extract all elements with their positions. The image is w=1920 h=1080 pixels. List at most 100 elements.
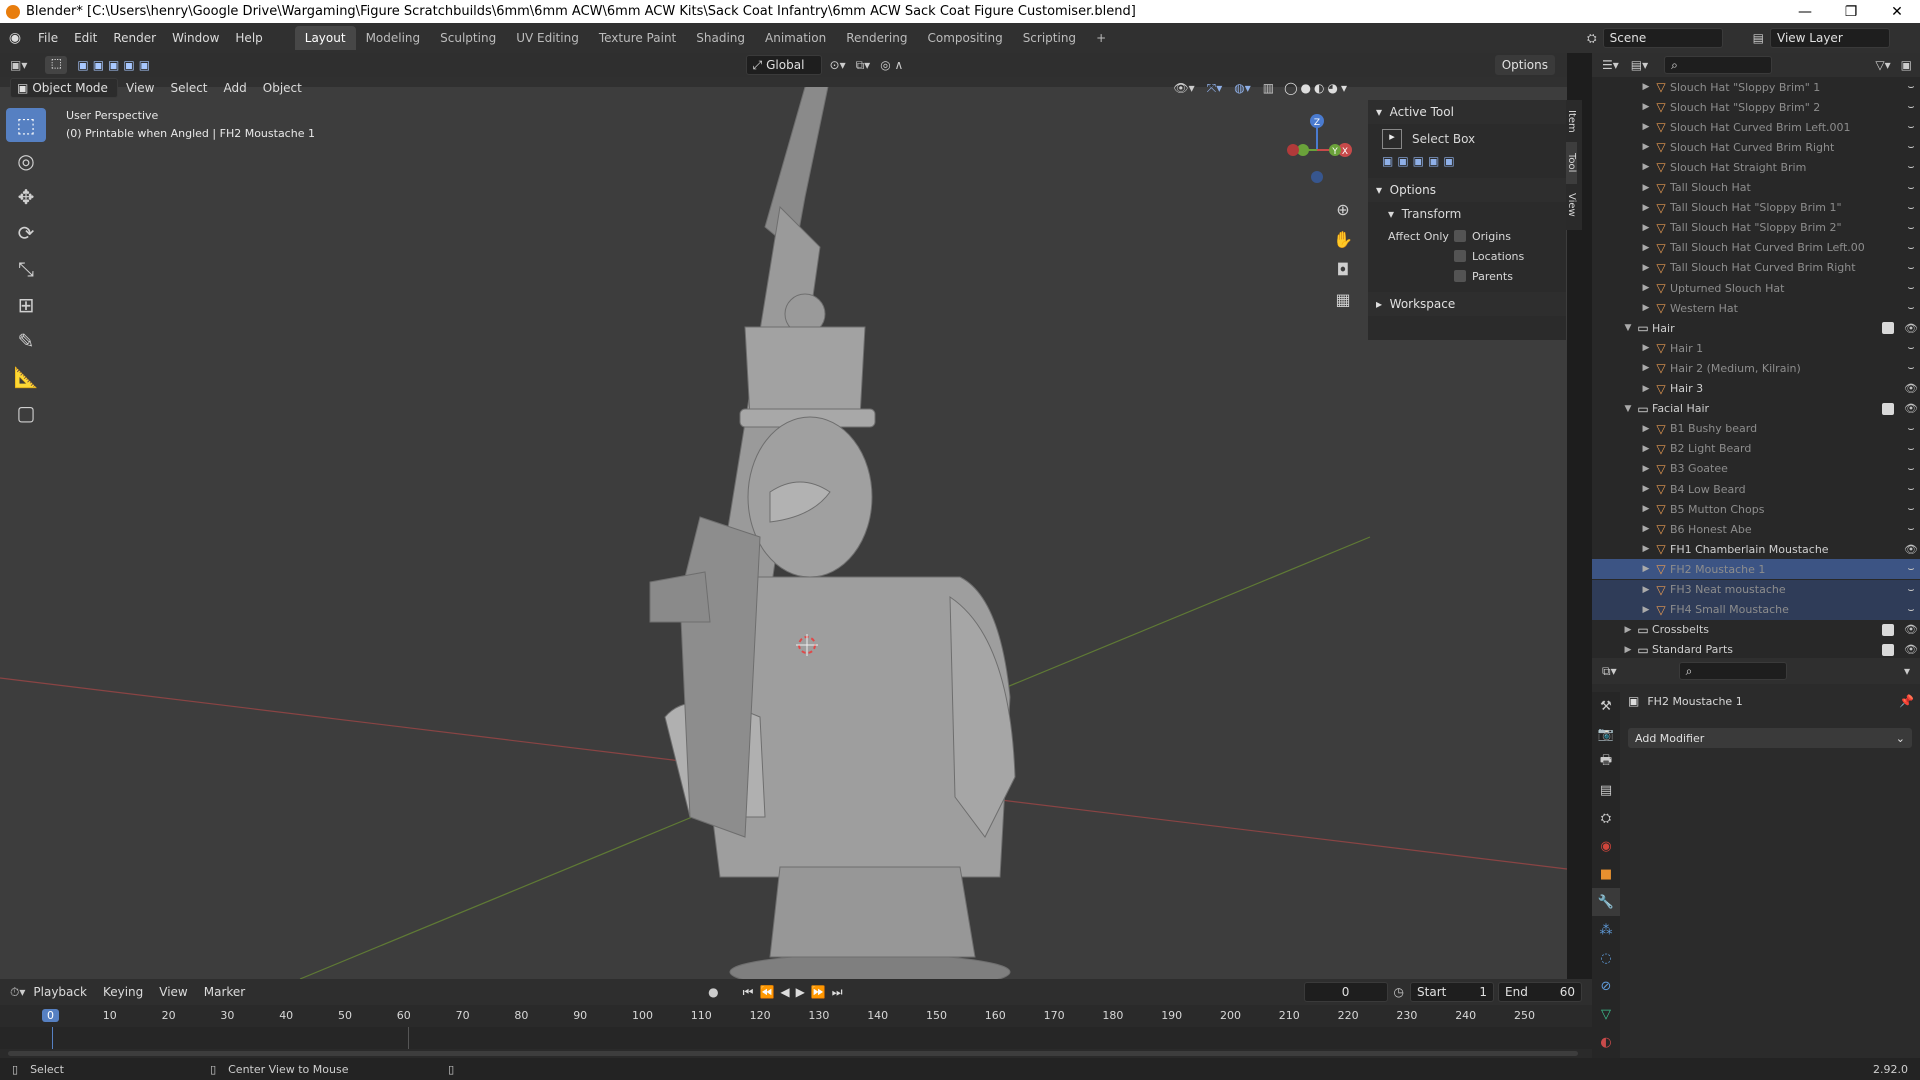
3d-viewport[interactable]: User Perspective (0) Printable when Angl… (0, 77, 1567, 979)
expand-arrow-icon[interactable]: ▶ (1640, 203, 1652, 213)
expand-arrow-icon[interactable]: ▶ (1622, 625, 1634, 635)
scene-selector[interactable]: Scene (1602, 28, 1723, 48)
outliner-object-row[interactable]: ▶ ▽ B3 Goatee ⌣ (1592, 459, 1920, 479)
blender-menu-icon[interactable]: ◉ (0, 30, 30, 46)
material-tab-icon[interactable]: ◐ (1592, 1028, 1620, 1056)
measure-tool-icon[interactable]: 📐 (6, 360, 46, 394)
outliner-object-row[interactable]: ▶ ▽ B1 Bushy beard ⌣ (1592, 419, 1920, 439)
expand-arrow-icon[interactable]: ▶ (1640, 243, 1652, 253)
timeline-ruler[interactable]: 0 10 20 30 40 50 60 70 80 90 100 110 120 130 140 150 160… (0, 1005, 1592, 1027)
pan-hand-icon[interactable]: ✋ (1330, 225, 1356, 255)
viewport-menu-add[interactable]: Add (216, 81, 255, 95)
tab-modeling[interactable]: Modeling (356, 26, 431, 50)
visibility-eye-icon[interactable]: 👁 (1902, 322, 1920, 335)
visibility-eye-icon[interactable]: ⌣ (1902, 201, 1920, 215)
tab-tool[interactable]: Tool (1566, 142, 1577, 184)
constraints-tab-icon[interactable]: ⊘ (1592, 972, 1620, 1000)
exclude-checkbox[interactable] (1882, 643, 1894, 656)
origins-checkbox[interactable] (1454, 230, 1466, 242)
outliner-object-row[interactable]: ▶ ▽ FH2 Moustache 1 ⌣ (1592, 559, 1920, 580)
expand-arrow-icon[interactable]: ▶ (1640, 142, 1652, 152)
view-layer-tab-icon[interactable]: ▤ (1592, 776, 1620, 804)
outliner-object-row[interactable]: ▶ ▽ Hair 3 👁 (1592, 379, 1920, 399)
select-box-tool-icon[interactable]: ⬚ (6, 108, 46, 142)
render-tab-icon[interactable]: 📷 (1592, 720, 1620, 748)
tab-layout[interactable]: Layout (294, 26, 356, 50)
visibility-eye-icon[interactable]: ⌣ (1902, 522, 1920, 536)
outliner-object-row[interactable]: ▶ ▽ FH1 Chamberlain Moustache 👁 (1592, 539, 1920, 559)
visibility-eye-icon[interactable]: ⌣ (1902, 181, 1920, 195)
playback-controls[interactable]: ⏮⏪◀▶⏩⏭ (743, 985, 849, 1000)
outliner-object-row[interactable]: ▶ ▽ FH3 Neat moustache ⌣ (1592, 579, 1920, 600)
filter-icon[interactable]: ▽▾ (1875, 58, 1890, 72)
outliner-object-row[interactable]: ▶ ▽ Tall Slouch Hat "Sloppy Brim 1" ⌣ (1592, 198, 1920, 218)
expand-arrow-icon[interactable]: ▶ (1640, 223, 1652, 233)
options-dropdown[interactable]: Options (1494, 55, 1556, 75)
expand-arrow-icon[interactable]: ▼ (1622, 323, 1634, 333)
overlay-toggle-icon[interactable]: ◍▾ (1234, 81, 1251, 95)
visibility-eye-icon[interactable]: ⌣ (1902, 140, 1920, 154)
active-tool-header[interactable]: ▾ Active Tool (1368, 100, 1566, 124)
expand-arrow-icon[interactable]: ▶ (1640, 122, 1652, 132)
outliner-collection-row[interactable]: ▼ ▭ Facial Hair 👁 (1592, 399, 1920, 419)
visibility-eye-icon[interactable]: ⌣ (1902, 341, 1920, 355)
outliner-object-row[interactable]: ▶ ▽ Tall Slouch Hat Curved Brim Left.00 ⌣ (1592, 238, 1920, 258)
outliner-editor-icon[interactable]: ☰▾ (1602, 58, 1619, 72)
move-tool-icon[interactable]: ✥ (6, 180, 46, 214)
expand-arrow-icon[interactable]: ▶ (1640, 363, 1652, 373)
minimize-button[interactable]: — (1782, 4, 1828, 20)
expand-arrow-icon[interactable]: ▶ (1640, 343, 1652, 353)
outliner-search-input[interactable]: ⌕ (1664, 56, 1773, 74)
visibility-eye-icon[interactable]: ⌣ (1902, 462, 1920, 476)
outliner-object-row[interactable]: ▶ ▽ Tall Slouch Hat ⌣ (1592, 178, 1920, 198)
editor-type-icon[interactable]: ▣▾ (10, 58, 27, 72)
select-mode-icons[interactable]: ▣▣▣▣▣ (1368, 154, 1566, 178)
tab-item[interactable]: Item (1566, 100, 1577, 142)
visibility-eye-icon[interactable]: 👁 (1902, 402, 1920, 415)
exclude-checkbox[interactable] (1882, 402, 1894, 415)
outliner-object-row[interactable]: ▶ ▽ Western Hat ⌣ (1592, 298, 1920, 318)
menu-render[interactable]: Render (105, 31, 164, 45)
visibility-eye-icon[interactable]: ⌣ (1902, 562, 1920, 576)
navigation-gizmo[interactable]: Z X Y (1270, 107, 1360, 187)
visibility-eye-icon[interactable]: ⌣ (1902, 301, 1920, 315)
new-collection-icon[interactable]: ▣ (1901, 58, 1912, 72)
visibility-eye-icon[interactable]: ⌣ (1902, 502, 1920, 516)
outliner-object-row[interactable]: ▶ ▽ Hair 1 ⌣ (1592, 338, 1920, 358)
scale-tool-icon[interactable]: ⤡ (6, 252, 46, 286)
expand-arrow-icon[interactable]: ▼ (1622, 404, 1634, 414)
object-tab-icon[interactable]: ■ (1592, 860, 1620, 888)
outliner-object-row[interactable]: ▶ ▽ Hair 2 (Medium, Kilrain) ⌣ (1592, 358, 1920, 378)
timeline-menu-keying[interactable]: Keying (95, 985, 151, 999)
tab-uv-editing[interactable]: UV Editing (506, 26, 589, 50)
pivot-icon[interactable]: ⊙▾ (830, 58, 846, 72)
proportional-edit-icon[interactable]: ◎ ∧ (880, 58, 903, 72)
select-box-row[interactable]: ▸ Select Box (1368, 124, 1566, 154)
viewport-menu-select[interactable]: Select (162, 81, 215, 95)
outliner-object-row[interactable]: ▶ ▽ Upturned Slouch Hat ⌣ (1592, 278, 1920, 298)
outliner-object-row[interactable]: ▶ ▽ B6 Honest Abe ⌣ (1592, 519, 1920, 539)
visibility-eye-icon[interactable]: ⌣ (1902, 120, 1920, 134)
display-mode-icon[interactable]: ▤▾ (1631, 58, 1648, 72)
tab-shading[interactable]: Shading (686, 26, 755, 50)
expand-arrow-icon[interactable]: ▶ (1640, 384, 1652, 394)
expand-arrow-icon[interactable]: ▶ (1622, 645, 1634, 655)
expand-arrow-icon[interactable]: ▶ (1640, 524, 1652, 534)
tab-scripting[interactable]: Scripting (1013, 26, 1086, 50)
outliner-object-row[interactable]: ▶ ▽ B4 Low Beard ⌣ (1592, 479, 1920, 499)
grid-view-icon[interactable]: ▦ (1330, 285, 1356, 315)
data-tab-icon[interactable]: ▽ (1592, 1000, 1620, 1028)
workspace-header[interactable]: ▸ Workspace (1368, 292, 1566, 316)
expand-arrow-icon[interactable]: ▶ (1640, 183, 1652, 193)
expand-arrow-icon[interactable]: ▶ (1640, 484, 1652, 494)
timeline-track[interactable] (0, 1027, 1592, 1049)
menu-file[interactable]: File (30, 31, 66, 45)
expand-arrow-icon[interactable]: ▶ (1640, 564, 1652, 574)
outliner-object-row[interactable]: ▶ ▽ Slouch Hat "Sloppy Brim" 1 ⌣ (1592, 77, 1920, 97)
shading-modes[interactable]: ◯●◐◕▾ (1284, 81, 1350, 95)
expand-arrow-icon[interactable]: ▶ (1640, 82, 1652, 92)
world-tab-icon[interactable]: ◉ (1592, 832, 1620, 860)
expand-arrow-icon[interactable]: ▶ (1640, 424, 1652, 434)
outliner-collection-row[interactable]: ▼ ▭ Hair 👁 (1592, 318, 1920, 338)
snap-icon[interactable]: ⧉▾ (856, 58, 871, 73)
